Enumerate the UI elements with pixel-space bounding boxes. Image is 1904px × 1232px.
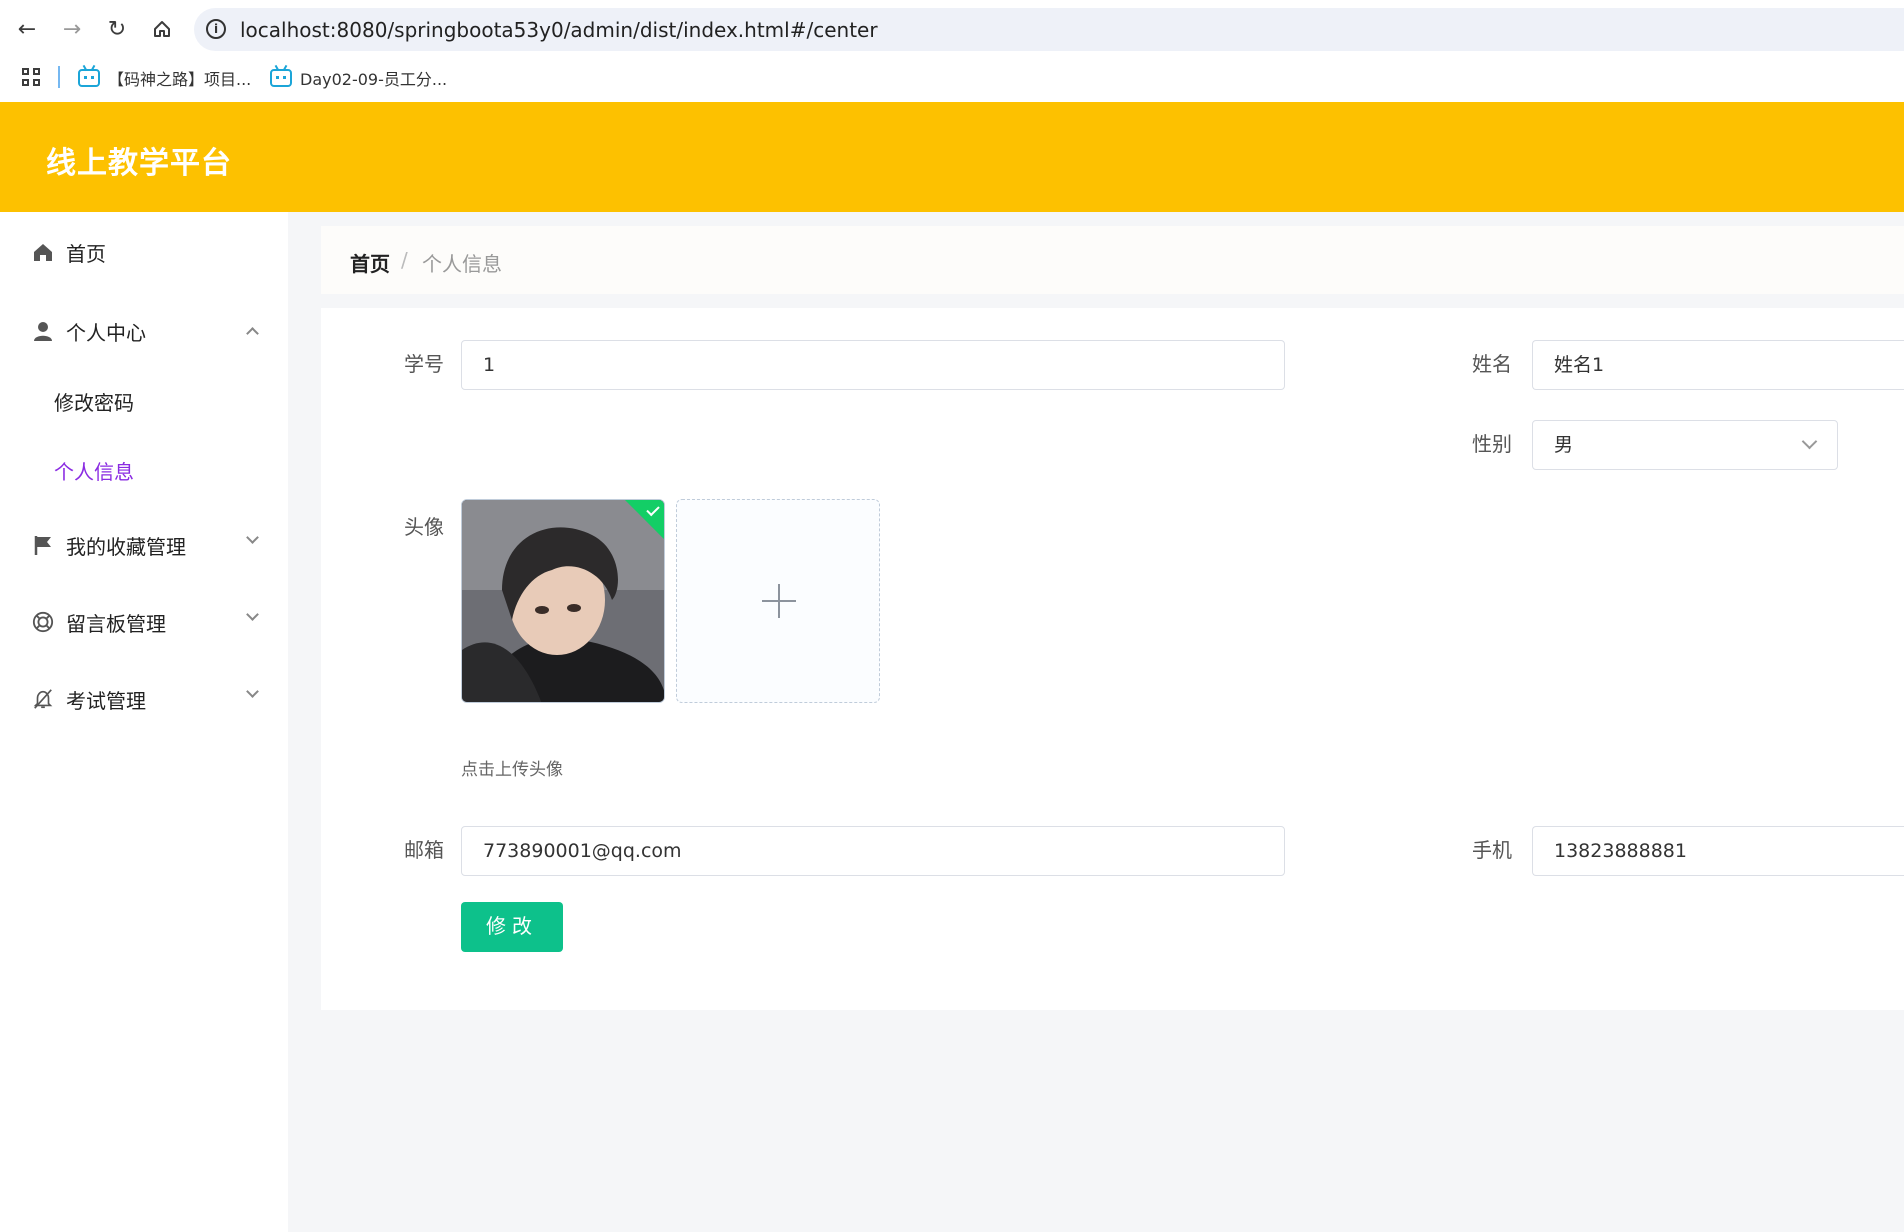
home-browser-icon[interactable] xyxy=(147,14,177,44)
forward-icon[interactable]: → xyxy=(57,14,87,44)
avatar-photo xyxy=(462,500,664,702)
name-label: 姓名 xyxy=(1472,352,1512,376)
chevron-down-icon xyxy=(1801,433,1818,450)
plus-icon xyxy=(778,584,780,618)
submit-button[interactable]: 修改 xyxy=(461,902,563,952)
bookmark-item[interactable]: Day02-09-员工分... xyxy=(270,66,447,90)
gender-selected-value: 男 xyxy=(1554,434,1574,456)
back-icon[interactable]: ← xyxy=(12,14,42,44)
sidebar-item-label: 我的收藏管理 xyxy=(66,534,186,559)
breadcrumb-home[interactable]: 首页 xyxy=(350,248,390,277)
lifebuoy-icon xyxy=(32,611,54,633)
gender-label: 性别 xyxy=(1472,432,1512,456)
bell-off-icon xyxy=(32,688,54,710)
sidebar-item-home[interactable]: 首页 xyxy=(0,222,288,282)
name-input[interactable]: 姓名1 xyxy=(1532,340,1904,390)
breadcrumb-separator: / xyxy=(401,248,408,272)
sidebar-item-label: 首页 xyxy=(66,241,106,266)
sidebar-item-label: 个人中心 xyxy=(66,320,146,345)
apps-grid-icon[interactable] xyxy=(22,68,40,86)
reload-icon[interactable]: ↻ xyxy=(102,14,132,44)
bookmarks-divider xyxy=(58,66,60,88)
site-info-icon[interactable]: i xyxy=(206,19,226,39)
chevron-up-icon xyxy=(246,325,260,340)
user-icon xyxy=(32,320,54,342)
email-input[interactable]: 773890001@qq.com xyxy=(461,826,1285,876)
avatar-upload-button[interactable] xyxy=(676,499,880,703)
chevron-down-icon xyxy=(246,531,260,551)
url-text: localhost:8080/springboota53y0/admin/dis… xyxy=(240,18,878,42)
phone-input[interactable]: 13823888881 xyxy=(1532,826,1904,876)
browser-toolbar: ← → ↻ i localhost:8080/springboota53y0/a… xyxy=(0,0,1904,102)
app-header: 线上教学平台 xyxy=(0,102,1904,212)
avatar-upload-tip: 点击上传头像 xyxy=(461,760,563,780)
chevron-down-icon xyxy=(246,685,260,705)
breadcrumb-current: 个人信息 xyxy=(422,252,502,276)
bookmarks-bar: 【码神之路】项目... Day02-09-员工分... xyxy=(0,60,1904,94)
home-icon xyxy=(32,241,54,263)
sidebar-subitem-change-password[interactable]: 修改密码 xyxy=(54,387,134,416)
bilibili-icon xyxy=(270,69,292,87)
sidebar-item-label: 考试管理 xyxy=(66,688,146,713)
sidebar-item-message-board[interactable]: 留言板管理 xyxy=(0,592,288,652)
phone-label: 手机 xyxy=(1472,838,1512,862)
avatar-label: 头像 xyxy=(404,515,444,539)
sidebar-item-personal-center[interactable]: 个人中心 xyxy=(0,301,288,361)
chevron-down-icon xyxy=(246,608,260,628)
app-title: 线上教学平台 xyxy=(46,146,232,181)
email-label: 邮箱 xyxy=(404,838,444,862)
sidebar-item-exams[interactable]: 考试管理 xyxy=(0,669,288,729)
bookmark-label: Day02-09-员工分... xyxy=(300,70,448,89)
breadcrumb: 首页 / 个人信息 xyxy=(321,226,1904,294)
profile-form: 学号 1 姓名 姓名1 性别 男 头像 点击上传头像 邮箱 773890001@… xyxy=(321,308,1904,1010)
bilibili-icon xyxy=(78,69,100,87)
avatar-image[interactable] xyxy=(461,499,665,703)
sidebar: 首页 个人中心 修改密码 个人信息 我的收藏管理 留言板管理 考试管理 xyxy=(0,212,288,1232)
flag-icon xyxy=(32,534,54,556)
student-id-label: 学号 xyxy=(404,352,444,376)
sidebar-item-label: 留言板管理 xyxy=(66,611,166,636)
bookmark-item[interactable]: 【码神之路】项目... xyxy=(78,66,251,90)
student-id-input[interactable]: 1 xyxy=(461,340,1285,390)
address-bar[interactable]: i localhost:8080/springboota53y0/admin/d… xyxy=(194,8,1904,51)
sidebar-item-favorites[interactable]: 我的收藏管理 xyxy=(0,515,288,575)
sidebar-subitem-personal-info[interactable]: 个人信息 xyxy=(54,456,134,485)
gender-select[interactable]: 男 xyxy=(1532,420,1838,470)
bookmark-label: 【码神之路】项目... xyxy=(108,70,252,89)
